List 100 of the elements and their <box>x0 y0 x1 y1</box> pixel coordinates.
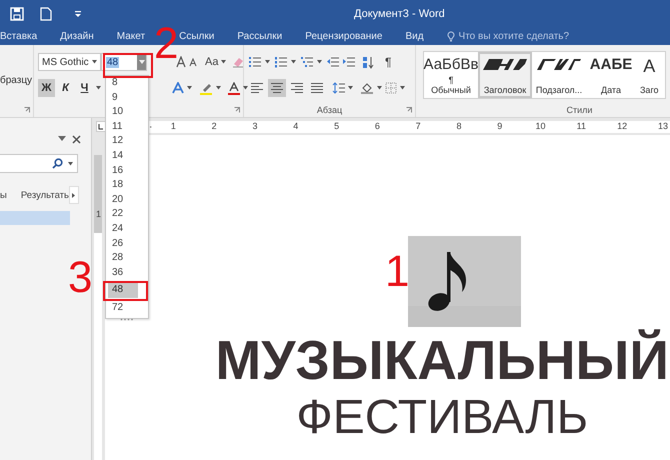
tell-me-field[interactable]: Что вы хотите сделать? <box>446 31 570 42</box>
caret-icon[interactable] <box>399 85 406 91</box>
ruler-number: 1 <box>168 121 178 131</box>
group-label: Абзац <box>316 105 342 115</box>
ruler-number: 6 <box>372 121 382 131</box>
font-size-option[interactable]: 14 <box>108 148 138 164</box>
ruler-number: 3 <box>250 121 260 131</box>
scroll-tabs-button[interactable] <box>68 186 79 204</box>
arrow-right-icon <box>72 192 76 198</box>
font-size-option[interactable]: 24 <box>108 222 138 237</box>
search-field[interactable] <box>0 154 78 173</box>
style-item[interactable]: Подзагол... <box>532 52 586 98</box>
save-icon[interactable] <box>10 7 24 21</box>
font-size-option[interactable]: 12 <box>108 134 138 149</box>
ribbon-tab[interactable]: Рецензирование <box>305 28 382 45</box>
underline-button[interactable]: Ч <box>76 79 93 97</box>
caret-icon[interactable] <box>316 59 323 65</box>
dialog-launcher-icon[interactable] <box>24 107 30 113</box>
step-number: 2 <box>154 22 178 66</box>
font-size-option[interactable]: 72 <box>108 300 138 316</box>
style-preview: АаБбВв <box>424 56 478 73</box>
subheading-text: ФЕСТИВАЛЬ <box>296 390 588 446</box>
change-case-button[interactable]: Aa <box>203 56 220 68</box>
tab-selector-icon[interactable] <box>96 121 106 132</box>
sort-icon[interactable] <box>362 56 374 68</box>
dialog-launcher-icon[interactable] <box>234 107 240 113</box>
ruler-number: 9 <box>495 121 504 131</box>
style-preview: ААБЕ <box>590 56 632 73</box>
caret-icon[interactable] <box>95 85 102 91</box>
heading-text: МУЗЫКАЛЬНЫЙ <box>215 331 669 389</box>
caret-icon[interactable] <box>215 85 222 91</box>
caret-icon[interactable] <box>264 59 271 65</box>
dropdown-caret-icon[interactable] <box>91 59 98 65</box>
ruler-number: 2 <box>210 121 219 131</box>
increase-indent-icon[interactable] <box>342 56 355 68</box>
caret-icon[interactable] <box>242 85 249 91</box>
numbering-icon[interactable] <box>274 56 287 68</box>
font-size-option[interactable]: 22 <box>108 207 138 222</box>
style-preview: А <box>643 56 656 77</box>
line-spacing-icon[interactable] <box>332 82 345 94</box>
caret-icon[interactable] <box>186 85 193 91</box>
font-size-option[interactable]: 36 <box>108 266 138 280</box>
caret-icon[interactable] <box>376 85 383 91</box>
ribbon-tab[interactable]: Вставка <box>0 28 38 45</box>
bold-button[interactable]: Ж <box>38 79 55 97</box>
ruler-number: 10 <box>534 121 548 131</box>
ribbon-tab[interactable]: Макет <box>116 28 146 45</box>
resize-grip-icon[interactable] <box>120 318 134 320</box>
decrease-indent-icon[interactable] <box>326 56 339 68</box>
font-size-option[interactable]: 20 <box>108 192 138 208</box>
font-name-field[interactable]: MS Gothic <box>38 53 101 71</box>
font-size-option[interactable]: 28 <box>108 251 138 266</box>
caret-icon[interactable] <box>67 160 74 166</box>
ruler-number: 4 <box>291 121 300 131</box>
ruler-number: 13 <box>656 121 670 131</box>
show-marks-button[interactable]: ¶ <box>383 55 394 69</box>
font-size-option[interactable]: 16 <box>108 164 138 178</box>
pane-tab[interactable]: Результать <box>20 190 69 200</box>
ribbon-tab[interactable]: Вид <box>405 28 424 45</box>
multilevel-list-icon[interactable] <box>300 56 313 68</box>
shrink-font-icon[interactable] <box>189 57 197 67</box>
caret-icon[interactable] <box>290 59 297 65</box>
caret-icon[interactable] <box>220 59 228 65</box>
window-title: Документ3 - Word <box>354 8 445 20</box>
highlighter-icon[interactable] <box>199 82 213 94</box>
customize-caret-icon[interactable] <box>74 10 82 18</box>
caret-icon <box>138 60 144 64</box>
search-icon <box>52 158 63 169</box>
font-color-icon[interactable] <box>228 82 240 94</box>
dialog-launcher-icon[interactable] <box>406 107 412 113</box>
dropdown-button[interactable] <box>137 54 146 70</box>
ribbon-tab[interactable]: Дизайн <box>60 28 94 45</box>
font-size-option[interactable]: 11 <box>108 120 138 134</box>
style-item[interactable]: А Заго <box>636 52 663 98</box>
align-center-button[interactable] <box>268 79 286 97</box>
italic-button[interactable]: К <box>57 79 74 97</box>
font-size-option[interactable]: 10 <box>108 105 138 120</box>
pane-tab[interactable]: ы <box>0 190 7 200</box>
close-icon[interactable] <box>72 134 81 144</box>
font-size-option[interactable]: 9 <box>108 90 138 106</box>
style-item[interactable]: Заголовок <box>478 52 532 98</box>
caret-icon[interactable] <box>347 85 354 91</box>
ruler-number: 1 <box>96 209 101 219</box>
ruler-number: 5 <box>332 121 342 131</box>
new-document-icon[interactable] <box>40 7 52 21</box>
font-size-option[interactable]: 26 <box>108 236 138 252</box>
step-number: 1 <box>385 250 410 294</box>
style-item[interactable]: ААБЕ Дата <box>586 52 636 98</box>
style-item[interactable]: АаБбВв ¶ Обычный <box>424 52 478 98</box>
font-size-option[interactable]: 8 <box>108 76 138 91</box>
font-size-option[interactable]: 18 <box>108 178 138 193</box>
pane-options-icon[interactable] <box>58 136 66 142</box>
grow-font-icon[interactable] <box>176 56 186 68</box>
heading-preview-drawing <box>483 56 527 72</box>
bullets-icon[interactable] <box>248 56 261 68</box>
ribbon-tab[interactable]: Ссылки <box>179 28 214 45</box>
ribbon-tab[interactable]: Рассылки <box>237 28 282 45</box>
text-effects-icon[interactable] <box>172 82 184 94</box>
font-size-option[interactable]: 48 <box>108 283 138 298</box>
shading-icon[interactable] <box>360 82 374 94</box>
